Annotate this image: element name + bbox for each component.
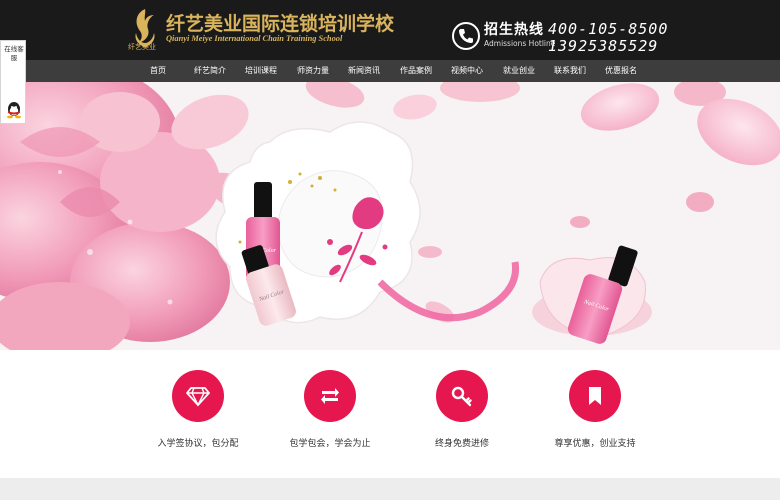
feature-item[interactable]: 入学签协议，包分配 bbox=[133, 370, 263, 449]
logo-small-text: 纤艺美业 bbox=[128, 43, 156, 51]
key-icon bbox=[451, 386, 472, 407]
diamond-icon bbox=[186, 387, 210, 407]
hotline-phone-1[interactable]: 400-105-8500 bbox=[548, 20, 668, 38]
features-section: 入学签协议，包分配 包学包会，学会为止 终身免费进修 尊享优惠，创业支持 bbox=[0, 350, 780, 478]
nav-item-news[interactable]: 新闻资讯 bbox=[334, 60, 394, 82]
logo-subtitle: Qianyi Meiye International Chain Trainin… bbox=[166, 34, 343, 43]
feature-circle bbox=[436, 370, 488, 422]
phone-icon bbox=[452, 22, 480, 50]
hotline-label: 招生热线 bbox=[484, 22, 544, 38]
online-service-widget[interactable]: 在线客服 bbox=[0, 40, 26, 124]
hotline-phone-2[interactable]: 13925385529 bbox=[548, 37, 658, 55]
main-nav: 首页 纤艺简介 培训课程 师资力量 新闻资讯 作品案例 视频中心 就业创业 联系… bbox=[0, 60, 780, 82]
hero-banner[interactable]: Nail Color Nail Color Nail Color bbox=[0, 82, 780, 350]
repeat-icon bbox=[321, 388, 339, 404]
nav-item-videos[interactable]: 视频中心 bbox=[437, 60, 497, 82]
feature-item[interactable]: 包学包会，学会为止 bbox=[265, 370, 395, 449]
bottom-strip bbox=[0, 478, 780, 500]
feature-label: 入学签协议，包分配 bbox=[157, 439, 239, 449]
feature-circle bbox=[304, 370, 356, 422]
bookmark-icon bbox=[589, 387, 601, 405]
feature-label: 终身免费进修 bbox=[434, 439, 489, 449]
feature-label: 包学包会，学会为止 bbox=[289, 439, 371, 449]
nav-item-home[interactable]: 首页 bbox=[128, 60, 188, 82]
online-service-label: 在线客服 bbox=[4, 45, 24, 62]
site-header: 纤艺美业 纤艺美业国际连锁培训学校 Qianyi Meiye Internati… bbox=[0, 0, 780, 60]
feature-item[interactable]: 终身免费进修 bbox=[397, 370, 527, 449]
nav-item-signup[interactable]: 优惠报名 bbox=[591, 60, 651, 82]
hotline-en-label: Admissions Hotline bbox=[484, 39, 556, 48]
feature-item[interactable]: 尊享优惠，创业支持 bbox=[530, 370, 660, 449]
qq-icon[interactable] bbox=[4, 101, 24, 119]
feature-label: 尊享优惠，创业支持 bbox=[554, 439, 636, 449]
hero-banner-image: Nail Color Nail Color Nail Color bbox=[0, 82, 780, 350]
feature-circle bbox=[172, 370, 224, 422]
feature-circle bbox=[569, 370, 621, 422]
logo-title[interactable]: 纤艺美业国际连锁培训学校 bbox=[166, 9, 394, 36]
nav-item-courses[interactable]: 培训课程 bbox=[231, 60, 291, 82]
